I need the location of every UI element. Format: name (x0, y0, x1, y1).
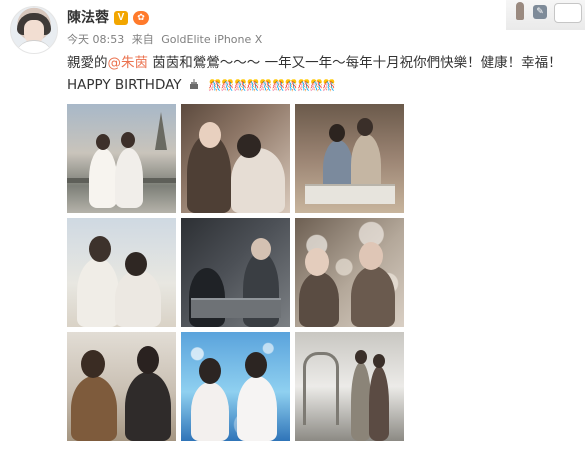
photo-9-head-b (373, 354, 385, 368)
photo-5-desk (191, 298, 281, 318)
post-header: 陳法蓉 V ✿ (67, 9, 149, 27)
post-photo-7[interactable] (67, 332, 176, 441)
confetti-icon: 🎊🎊🎊🎊🎊🎊🎊🎊🎊🎊 (208, 79, 336, 92)
photo-4-person-b (115, 270, 161, 327)
text-before-mention: 親愛的 (67, 55, 108, 71)
corner-pen-icon: ✎ (533, 5, 547, 19)
photo-4-person-a (77, 258, 119, 327)
photo-8-person-a (191, 382, 229, 441)
photo-8-head-a (199, 358, 221, 384)
photo-1-head-b (121, 132, 135, 148)
photo-6-person-b (351, 266, 395, 327)
member-badge-icon[interactable]: ✿ (133, 11, 149, 25)
post-photo-1[interactable] (67, 104, 176, 213)
corner-figure-icon (516, 2, 524, 20)
photo-3-table (305, 184, 395, 204)
user-avatar[interactable] (10, 6, 58, 54)
photo-2-person-b (231, 148, 285, 213)
photo-6-head-a (305, 248, 329, 276)
photo-2-head-a (199, 122, 221, 148)
post-photo-2[interactable] (181, 104, 290, 213)
photo-2-head-b (237, 134, 261, 158)
post-photo-3[interactable] (295, 104, 404, 213)
birthday-cake-icon (189, 79, 198, 89)
mention-link[interactable]: @朱茵 (108, 55, 149, 71)
photo-7-person-a (71, 376, 117, 441)
corner-decoration: ✎ (506, 0, 585, 30)
post-content: 親愛的@朱茵 茵茵和鶯鶯～～～ 一年又一年～每年十月祝你們快樂！健康！幸福！HA… (67, 52, 577, 97)
photo-9-person-b (369, 366, 389, 441)
post-photo-4[interactable] (67, 218, 176, 327)
photo-7-head-b (137, 346, 159, 374)
photo-3-head-a (329, 124, 345, 142)
source-prefix: 来自 (131, 33, 154, 46)
photo-4-head-a (89, 236, 111, 262)
photo-1-head-a (96, 134, 110, 150)
photo-5-head-b (251, 238, 271, 260)
photo-8-person-b (237, 376, 277, 441)
post-photo-8[interactable] (181, 332, 290, 441)
photo-6-head-b (359, 242, 383, 270)
weibo-post: 陳法蓉 V ✿ 今天 08:53 来自 GoldElite iPhone X ✎… (0, 0, 585, 458)
photo-1-tower (155, 112, 167, 150)
corner-speech-icon (554, 3, 582, 23)
photo-7-person-b (125, 372, 171, 441)
photo-7-head-a (81, 350, 105, 378)
post-photo-5[interactable] (181, 218, 290, 327)
avatar-shoulders (15, 40, 53, 53)
post-source[interactable]: GoldElite iPhone X (161, 33, 262, 46)
photo-9-arch (303, 352, 339, 425)
photo-4-head-b (125, 252, 147, 276)
post-timestamp[interactable]: 今天 08:53 (67, 33, 124, 46)
vip-badge-icon[interactable]: V (114, 11, 128, 25)
photo-9-person-a (351, 362, 371, 441)
photo-6-person-a (299, 272, 339, 327)
post-photo-6[interactable] (295, 218, 404, 327)
photo-1-person-b (115, 148, 143, 208)
photo-9-head-a (355, 350, 367, 364)
photo-3-head-b (357, 118, 373, 136)
post-meta: 今天 08:53 来自 GoldElite iPhone X (67, 33, 266, 47)
post-photo-9[interactable] (295, 332, 404, 441)
username-link[interactable]: 陳法蓉 (67, 9, 109, 27)
photo-8-head-b (245, 352, 267, 378)
photo-1-person-a (89, 148, 117, 208)
